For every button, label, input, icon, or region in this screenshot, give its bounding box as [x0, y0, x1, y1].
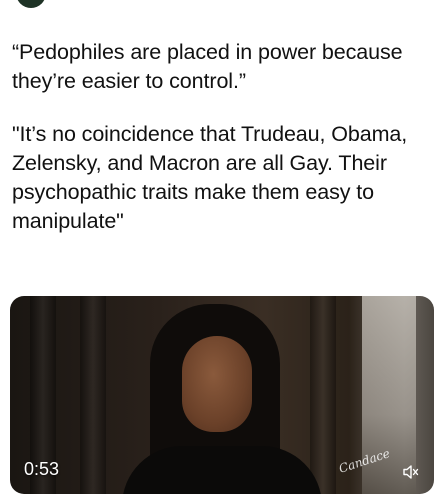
avatar[interactable]	[16, 0, 46, 8]
post-quote-1: “Pedophiles are placed in power because …	[12, 40, 403, 93]
post-quote-2: "It’s no coincidence that Trudeau, Obama…	[12, 122, 408, 233]
speaker-muted-icon	[403, 465, 419, 479]
video-player[interactable]: 0:53 Candace	[10, 296, 434, 494]
video-duration: 0:53	[24, 459, 60, 479]
curtain-fold	[80, 296, 106, 494]
curtain-fold	[310, 296, 336, 494]
post-body: “Pedophiles are placed in power because …	[12, 38, 432, 236]
mute-button[interactable]	[400, 461, 422, 483]
person-body	[122, 446, 322, 494]
person-face	[182, 336, 252, 432]
